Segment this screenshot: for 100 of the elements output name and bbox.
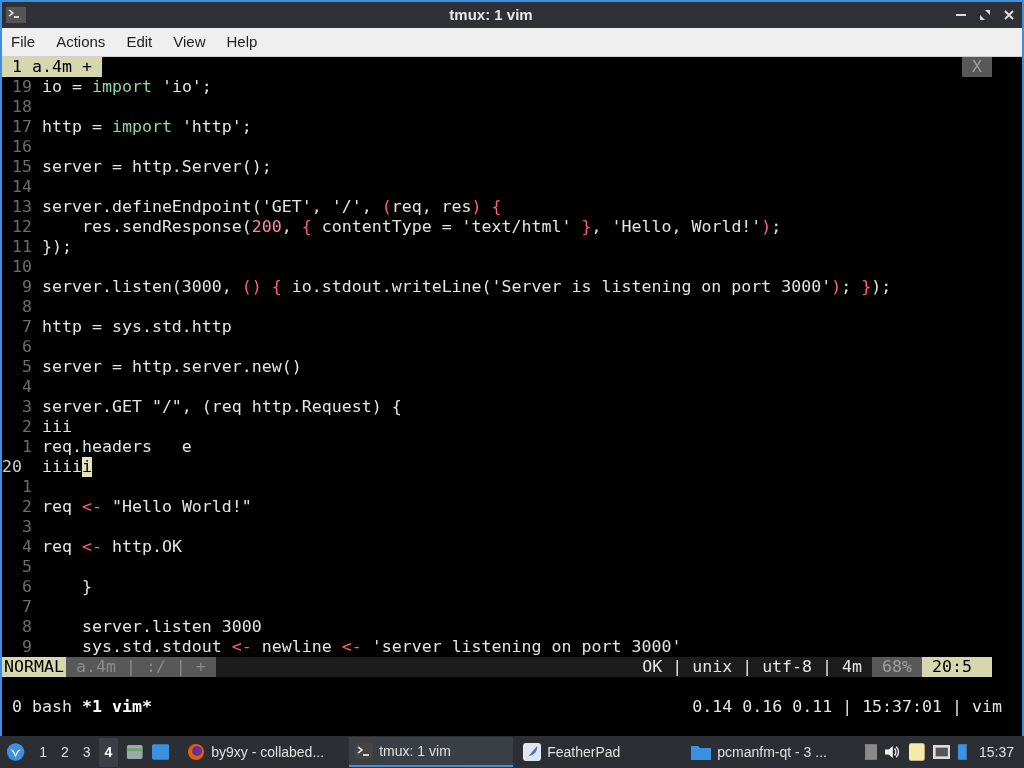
line-number: 7: [21, 317, 33, 337]
code-text: <-: [341, 637, 362, 657]
mode-indicator: NORMAL: [2, 657, 66, 677]
line-number: 17: [11, 117, 33, 137]
code-text: http.OK: [110, 537, 182, 557]
line-number: 16: [11, 137, 33, 157]
code-text: }: [861, 277, 872, 297]
line-number: 3: [21, 517, 33, 537]
browser-icon: [187, 743, 206, 761]
tmux-window[interactable]: *1 vim*: [81, 697, 152, 717]
network-icon[interactable]: [932, 744, 951, 760]
code-text: {: [490, 197, 502, 217]
taskbar-task[interactable]: tmux: 1 vim: [349, 737, 514, 767]
line-number: 3: [21, 397, 33, 417]
menu-item[interactable]: File: [11, 30, 36, 54]
code-text: server.listen 3000: [80, 617, 262, 637]
code-text: 200: [251, 217, 282, 237]
code-text: iii: [42, 417, 72, 437]
volume-icon[interactable]: [885, 744, 902, 760]
code-text: http = sys.std.http: [42, 317, 232, 337]
line-number: 6: [21, 337, 33, 357]
code-text: 'server listening on port 3000': [370, 637, 682, 657]
code-text: newline: [260, 637, 333, 657]
tmux-status-info: 0.14 0.16 0.11 | 15:37:01 | vim: [692, 697, 1002, 717]
code-text: import: [91, 77, 152, 97]
feather-icon: [523, 743, 542, 761]
terminal-icon: [6, 7, 26, 23]
code-text: req.headers e: [42, 437, 192, 457]
tmux-window[interactable]: 0 bash: [12, 697, 72, 717]
line-number: 5: [21, 357, 33, 377]
code-text: server = http.server.new(): [42, 357, 302, 377]
menu-item[interactable]: Edit: [126, 30, 153, 54]
code-text: (: [381, 197, 392, 217]
code-text: "Hello World!": [110, 497, 252, 517]
code-text: }: [581, 217, 592, 237]
workspace-button[interactable]: 2: [54, 737, 75, 767]
code-text: , 'Hello, World!': [591, 217, 762, 237]
close-icon[interactable]: [1004, 10, 1014, 20]
code-text: 'Server is listening on port 3000': [491, 277, 832, 297]
line-number: 11: [11, 237, 33, 257]
workspace-button[interactable]: 4: [98, 737, 119, 767]
clock[interactable]: 15:37: [974, 741, 1018, 763]
terminal-icon: [355, 743, 374, 759]
code-text: res.sendResponse(: [80, 217, 252, 237]
line-number: 15: [11, 157, 33, 177]
workspace-button[interactable]: 1: [33, 737, 53, 767]
code-text: ): [761, 217, 772, 237]
code-text: );: [871, 277, 892, 297]
start-menu-icon[interactable]: [6, 741, 26, 763]
code-text: {: [270, 277, 282, 297]
maximize-icon[interactable]: [980, 10, 990, 20]
code-text: req: [42, 497, 73, 517]
menu-item[interactable]: Actions: [56, 30, 106, 54]
line-number: 6: [21, 577, 33, 597]
code-text: ): [471, 197, 482, 217]
line-number: 2: [21, 417, 33, 437]
code-text: server.listen(3000,: [42, 277, 233, 297]
line-number: 2: [21, 497, 33, 517]
code-text: server.GET "/", (req http.Request) {: [42, 397, 402, 417]
code-text: <-: [81, 537, 102, 557]
code-text: contentType = 'text/html': [320, 217, 573, 237]
file-format-info: OK | unix | utf-8 | 4m: [641, 657, 864, 677]
code-text: ,: [281, 217, 293, 237]
line-number: 13: [11, 197, 33, 217]
code-text: 'io';: [160, 77, 212, 97]
line-number: 4: [21, 537, 33, 557]
desktop-icon[interactable]: [151, 743, 170, 761]
code-text: req, res: [391, 197, 472, 217]
taskbar-task[interactable]: by9xy - collabed...: [181, 737, 346, 767]
code-text: });: [42, 237, 72, 257]
workspace-button[interactable]: 3: [76, 737, 97, 767]
line-number: 20: [2, 457, 23, 477]
line-number: 10: [11, 257, 33, 277]
vim-tab[interactable]: 1 a.4m +: [2, 57, 102, 77]
line-number: 4: [21, 377, 33, 397]
line-number: 5: [21, 557, 33, 577]
code-text: ;: [841, 277, 853, 297]
menu-item[interactable]: Help: [226, 30, 258, 54]
line-number: 18: [11, 97, 33, 117]
line-number: 9: [21, 637, 33, 657]
code-text: <-: [231, 637, 252, 657]
line-number: 14: [11, 177, 33, 197]
code-text: sys.std.stdout: [80, 637, 223, 657]
window-title: tmux: 1 vim: [449, 4, 533, 25]
line-number: 8: [21, 297, 33, 317]
code-text: import: [111, 117, 172, 137]
code-text: server.defineEndpoint('GET', '/',: [42, 197, 373, 217]
line-number: 7: [21, 597, 33, 617]
taskbar-task[interactable]: FeatherPad: [517, 737, 682, 767]
line-number: 12: [11, 217, 33, 237]
folder-icon: [691, 744, 712, 760]
code-text: io.stdout.writeLine(: [290, 277, 492, 297]
taskbar-task[interactable]: pcmanfm-qt - 3 ...: [685, 737, 850, 767]
menu-item[interactable]: View: [173, 30, 206, 54]
line-number: 8: [21, 617, 33, 637]
code-text: io =: [42, 77, 83, 97]
file-manager-icon[interactable]: [126, 742, 144, 762]
cursor-position: 20:5: [922, 657, 992, 677]
code-text: }: [80, 577, 92, 597]
text-cursor: i: [81, 457, 92, 477]
